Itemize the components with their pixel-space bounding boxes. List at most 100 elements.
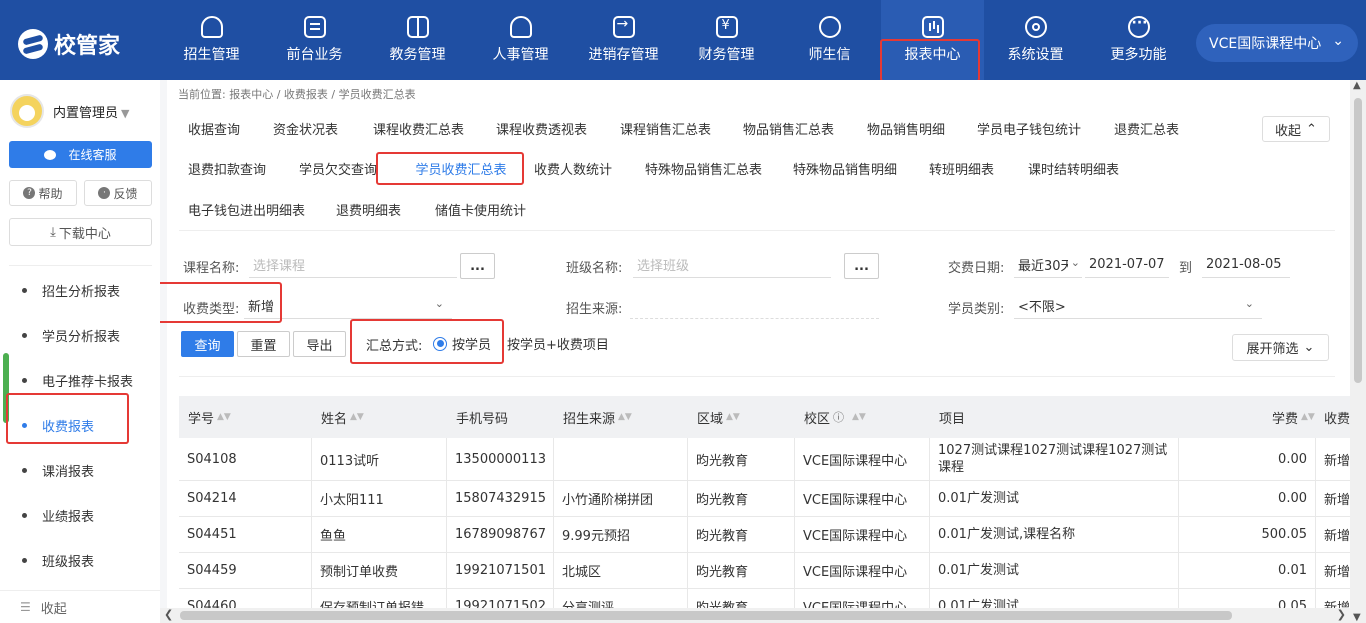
tab-stored-card-stats[interactable]: 储值卡使用统计 [435, 196, 526, 222]
horizontal-scrollbar[interactable]: ❮ ❯ [160, 608, 1350, 623]
col-name[interactable]: 姓名 ▲▼ [321, 396, 364, 438]
sort-icon: ▲▼ [852, 412, 866, 422]
cell-region: 昀光教育 [688, 438, 795, 480]
collapse-label: 收起 [40, 601, 67, 617]
tab-class-transfer-detail[interactable]: 转班明细表 [929, 155, 994, 181]
scroll-thumb[interactable] [1354, 98, 1362, 383]
class-name-input[interactable]: 选择班级 [633, 252, 831, 278]
col-region[interactable]: 区域 ▲▼ [697, 396, 740, 438]
date-range-value: 最近30天 [1018, 259, 1068, 274]
radio-by-student[interactable]: 按学员 [433, 334, 491, 353]
cell-item: 0.01广发测试,课程名称 [930, 517, 1179, 552]
sort-icon: ▲▼ [217, 412, 231, 422]
menu-item-consumption-report[interactable]: 课消报表 [0, 448, 160, 493]
tab-refund-detail[interactable]: 退费明细表 [336, 196, 401, 222]
tab-fund-status[interactable]: 资金状况表 [273, 115, 338, 141]
user-menu[interactable]: 内置管理员 ▼ [10, 94, 129, 128]
fee-type-select[interactable]: 新增 ⌄ [244, 293, 452, 319]
nav-report-center[interactable]: 报表中心 [881, 0, 984, 80]
table-row[interactable]: S04451 鱼鱼 16789098767 9.99元预招 昀光教育 VCE国际课程中心 0… [179, 517, 1350, 553]
tab-course-fee-summary[interactable]: 课程收费汇总表 [373, 115, 464, 141]
brand-logo[interactable]: 校管家 [18, 28, 120, 60]
tab-receipt-query[interactable]: 收据查询 [188, 115, 240, 141]
tab-ewallet-stats[interactable]: 学员电子钱包统计 [977, 115, 1081, 141]
cell-campus: VCE国际课程中心 [795, 481, 930, 516]
tab-student-fee-summary[interactable]: 学员收费汇总表 [399, 155, 523, 185]
tab-arrears-query[interactable]: 学员欠交查询 [299, 155, 377, 181]
query-button[interactable]: 查询 [181, 331, 234, 357]
scroll-down-icon[interactable]: ▼ [1353, 612, 1361, 623]
chevron-down-icon: ⌄ [1244, 297, 1254, 310]
reset-button[interactable]: 重置 [237, 331, 290, 357]
course-picker-button[interactable]: ... [460, 253, 495, 279]
menu-item-student-analysis[interactable]: 学员分析报表 [0, 313, 160, 358]
date-from-input[interactable]: 2021-07-07 [1085, 252, 1169, 278]
download-center-button[interactable]: ⤓ 下载中心 [9, 218, 152, 246]
collapse-tabs-button[interactable]: 收起 ⌃ [1262, 116, 1330, 142]
sidebar: 内置管理员 ▼ 在线客服 ? 帮助 · 反馈 ⤓ 下载中心 招生分析报表 学员分析报表… [0, 80, 160, 623]
tab-special-goods-detail[interactable]: 特殊物品销售明细 [793, 155, 897, 181]
menu-item-referral-card[interactable]: 电子推荐卡报表 [0, 358, 160, 403]
expand-filters-button[interactable]: 展开筛选 ⌄ [1232, 334, 1329, 361]
scroll-left-icon[interactable]: ❮ [164, 608, 173, 621]
tab-goods-sales-summary[interactable]: 物品销售汇总表 [743, 115, 834, 141]
course-name-input[interactable]: 选择课程 [249, 252, 457, 278]
vertical-scrollbar[interactable]: ▲ ▼ [1350, 80, 1366, 623]
tab-goods-sales-detail[interactable]: 物品销售明细 [867, 115, 945, 141]
tab-special-goods-summary[interactable]: 特殊物品销售汇总表 [645, 155, 762, 181]
nav-inventory[interactable]: 进销存管理 [572, 0, 675, 80]
nav-front-desk[interactable]: 前台业务 [263, 0, 366, 80]
settings-icon [1024, 16, 1047, 38]
scroll-thumb[interactable] [180, 611, 1232, 620]
scroll-right-icon[interactable]: ❯ [1337, 608, 1346, 621]
menu-item-class-report[interactable]: 班级报表 [0, 538, 160, 583]
tab-course-sales-summary[interactable]: 课程销售汇总表 [620, 115, 711, 141]
class-picker-button[interactable]: ... [844, 253, 879, 279]
sort-icon: ▲▼ [618, 412, 632, 422]
help-button[interactable]: ? 帮助 [9, 180, 77, 206]
service-label: 在线客服 [68, 148, 117, 162]
col-source[interactable]: 招生来源 ▲▼ [563, 396, 632, 438]
feedback-button[interactable]: · 反馈 [84, 180, 152, 206]
tab-ewallet-flow[interactable]: 电子钱包进出明细表 [188, 196, 305, 222]
nav-finance[interactable]: 财务管理 [675, 0, 778, 80]
nav-settings[interactable]: 系统设置 [984, 0, 1087, 80]
menu-label: 课消报表 [42, 465, 95, 480]
date-range-select[interactable]: 最近30天 ⌄ [1014, 252, 1082, 278]
tab-payer-count[interactable]: 收费人数统计 [534, 155, 612, 181]
menu-item-enrollment-analysis[interactable]: 招生分析报表 [0, 268, 160, 313]
nav-messages[interactable]: 师生信 [778, 0, 881, 80]
radio-by-student-item[interactable]: 按学员+收费项目 [507, 334, 609, 353]
tab-course-fee-pivot[interactable]: 课程收费透视表 [496, 115, 587, 141]
report-menu: 招生分析报表 学员分析报表 电子推荐卡报表 收费报表 课消报表 业绩报表 班级报… [0, 268, 160, 583]
campus-selector[interactable]: VCE国际课程中心 ⌄ [1196, 24, 1358, 62]
sidebar-scrollbar[interactable] [3, 353, 9, 423]
export-button[interactable]: 导出 [293, 331, 346, 357]
payment-date-label: 交费日期: [948, 261, 1005, 276]
cell-fee-type: 新增 [1324, 565, 1350, 580]
menu-item-fee-report[interactable]: 收费报表 [0, 403, 160, 448]
col-tuition[interactable]: 学费 ▲▼ [1272, 396, 1315, 438]
tab-refund-deduction[interactable]: 退费扣款查询 [188, 155, 266, 181]
table-row[interactable]: S04459 预制订单收费 19921071501 北城区 昀光教育 VCE国际课程中心 0… [179, 553, 1350, 589]
tab-refund-summary[interactable]: 退费汇总表 [1114, 115, 1179, 141]
nav-enrollment[interactable]: 招生管理 [160, 0, 263, 80]
cell-name: 0113试听 [312, 438, 447, 480]
nav-academic[interactable]: 教务管理 [366, 0, 469, 80]
scroll-up-icon[interactable]: ▲ [1353, 80, 1361, 91]
cell-source: 9.99元预招 [554, 517, 688, 552]
student-type-select[interactable]: <不限> ⌄ [1014, 293, 1262, 319]
col-campus[interactable]: 校区 ⓘ ▲▼ [804, 396, 866, 438]
cell-campus: VCE国际课程中心 [795, 517, 930, 552]
date-to-input[interactable]: 2021-08-05 [1202, 252, 1290, 278]
tab-lesson-carryover-detail[interactable]: 课时结转明细表 [1028, 155, 1119, 181]
table-row[interactable]: S04108 0113试听 13500000113 昀光教育 VCE国际课程中心 1027… [179, 438, 1350, 481]
nav-more[interactable]: 更多功能 [1087, 0, 1190, 80]
source-input[interactable] [630, 293, 879, 319]
menu-item-performance-report[interactable]: 业绩报表 [0, 493, 160, 538]
sidebar-collapse-button[interactable]: ☰ 收起 [0, 590, 160, 623]
online-service-button[interactable]: 在线客服 [9, 141, 152, 168]
nav-hr[interactable]: 人事管理 [469, 0, 572, 80]
col-student-id[interactable]: 学号 ▲▼ [188, 396, 231, 438]
table-row[interactable]: S04214 小太阳111 15807432915 小竹通阶梯拼团 昀光教育 VCE国际课… [179, 481, 1350, 517]
